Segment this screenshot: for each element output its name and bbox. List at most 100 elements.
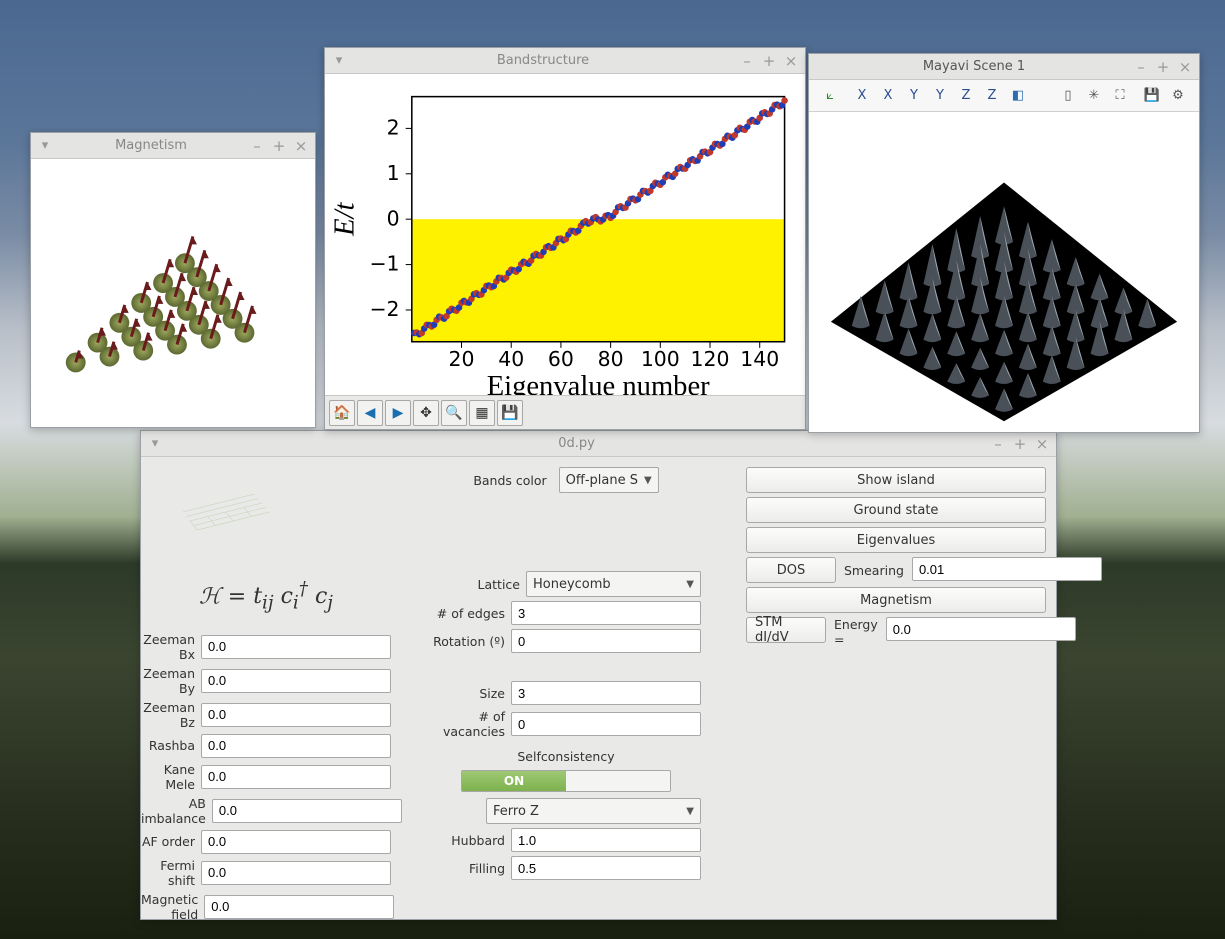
af-order-field[interactable] (201, 830, 391, 854)
bandstructure-window: ▾ Bandstructure – + × −2−101220406080100… (324, 47, 806, 430)
mayavi-window: Mayavi Scene 1 – + × ⟀ X X Y Y Z Z ◧ ▯ ✳… (808, 53, 1200, 433)
back-icon[interactable]: ◀ (357, 400, 383, 426)
magnetism-window: ▾ Magnetism – + × (30, 132, 316, 428)
rashba-field[interactable] (201, 734, 391, 758)
smearing-label: Smearing (840, 557, 908, 583)
main-window: ▾ 0d.py – + × ℋ = tij ci† cj Zeeman Bx Z… (140, 430, 1057, 920)
svg-text:140: 140 (740, 347, 779, 371)
close-icon[interactable]: × (1177, 58, 1193, 76)
fullscreen-icon[interactable]: ⛶ (1109, 85, 1131, 107)
close-icon[interactable]: × (293, 137, 309, 155)
minimize-icon[interactable]: – (739, 52, 755, 70)
svg-text:0: 0 (387, 206, 400, 230)
ab-imbalance-field[interactable] (212, 799, 402, 823)
forward-icon[interactable]: ▶ (385, 400, 411, 426)
minimize-icon[interactable]: – (249, 137, 265, 155)
zeeman-bz-field[interactable] (201, 703, 391, 727)
plus-x-view-icon[interactable]: X (851, 85, 873, 107)
size-field[interactable] (511, 681, 701, 705)
plus-z-view-icon[interactable]: Z (955, 85, 977, 107)
stm-didv-button[interactable]: STM dI/dV (746, 617, 826, 643)
close-icon[interactable]: × (1034, 435, 1050, 453)
magnetism-canvas[interactable] (31, 159, 315, 427)
zeeman-by-field[interactable] (201, 669, 391, 693)
home-icon[interactable]: 🏠 (329, 400, 355, 426)
maximize-icon[interactable]: + (1012, 435, 1028, 453)
svg-text:−1: −1 (369, 252, 399, 276)
isometric-view-icon[interactable]: ◧ (1007, 85, 1029, 107)
svg-text:100: 100 (641, 347, 680, 371)
minimize-icon[interactable]: – (990, 435, 1006, 453)
scf-toggle-off (566, 771, 670, 791)
energy-label: Energy = (830, 617, 882, 647)
show-island-button[interactable]: Show island (746, 467, 1046, 493)
left-column: ℋ = tij ci† cj Zeeman Bx Zeeman By Zeema… (141, 467, 391, 926)
bands-color-label: Bands color (473, 473, 552, 488)
row-magnetic-field: Magnetic field (141, 892, 391, 922)
svg-text:E/t: E/t (330, 201, 361, 236)
row-zeeman-bx: Zeeman Bx (141, 632, 391, 662)
energy-field[interactable] (886, 617, 1076, 641)
axes-triad-icon[interactable]: ⟀ (819, 85, 841, 107)
mayavi-toolbar: ⟀ X X Y Y Z Z ◧ ▯ ✳ ⛶ 💾 ⚙ (809, 80, 1199, 112)
smearing-field[interactable] (912, 557, 1102, 581)
main-title: 0d.py (163, 436, 990, 451)
bands-color-select[interactable]: Off-plane S▼ (559, 467, 659, 493)
filling-field[interactable] (511, 856, 701, 880)
eigenvalues-button[interactable]: Eigenvalues (746, 527, 1046, 553)
svg-text:40: 40 (498, 347, 524, 371)
zoom-icon[interactable]: 🔍 (441, 400, 467, 426)
plus-y-view-icon[interactable]: Y (903, 85, 925, 107)
save-scene-icon[interactable]: 💾 (1141, 85, 1163, 107)
row-ab-imbalance: AB imbalance (141, 796, 391, 826)
scf-toggle-on: ON (462, 771, 566, 791)
collapse-icon[interactable]: ▾ (147, 436, 163, 451)
svg-text:120: 120 (691, 347, 730, 371)
mayavi-title: Mayavi Scene 1 (815, 59, 1133, 74)
hamiltonian-equation: ℋ = tij ci† cj (141, 579, 391, 614)
magnetic-field-field[interactable] (204, 895, 394, 919)
ground-state-button[interactable]: Ground state (746, 497, 1046, 523)
kane-mele-field[interactable] (201, 765, 391, 789)
scf-mode-select[interactable]: Ferro Z▼ (486, 798, 701, 824)
pan-icon[interactable]: ✥ (413, 400, 439, 426)
save-icon[interactable]: 💾 (497, 400, 523, 426)
parallel-projection-icon[interactable]: ▯ (1057, 85, 1079, 107)
axes-indicator-icon[interactable]: ✳ (1083, 85, 1105, 107)
edges-field[interactable] (511, 601, 701, 625)
mayavi-canvas[interactable] (809, 112, 1199, 432)
magnetism-title: Magnetism (53, 138, 249, 153)
subplots-icon[interactable]: ▦ (469, 400, 495, 426)
vacancies-field[interactable] (511, 712, 701, 736)
lattice-select[interactable]: Honeycomb▼ (526, 571, 701, 597)
maximize-icon[interactable]: + (761, 52, 777, 70)
dos-button[interactable]: DOS (746, 557, 836, 583)
fermi-shift-field[interactable] (201, 861, 391, 885)
maximize-icon[interactable]: + (1155, 58, 1171, 76)
maximize-icon[interactable]: + (271, 137, 287, 155)
svg-text:1: 1 (387, 161, 400, 185)
rotation-field[interactable] (511, 629, 701, 653)
close-icon[interactable]: × (783, 52, 799, 70)
chevron-down-icon: ▼ (686, 579, 694, 590)
magnetism-button[interactable]: Magnetism (746, 587, 1046, 613)
scf-toggle[interactable]: ON (461, 770, 671, 792)
svg-text:Eigenvalue number: Eigenvalue number (487, 371, 710, 395)
zeeman-bx-field[interactable] (201, 635, 391, 659)
bandstructure-title: Bandstructure (347, 53, 739, 68)
minus-x-view-icon[interactable]: X (877, 85, 899, 107)
minus-y-view-icon[interactable]: Y (929, 85, 951, 107)
selfconsistency-label: Selfconsistency (431, 749, 701, 764)
hubbard-field[interactable] (511, 828, 701, 852)
band-toolbar: 🏠 ◀ ▶ ✥ 🔍 ▦ 💾 (325, 395, 805, 429)
band-plot[interactable]: −2−101220406080100120140Eigenvalue numbe… (325, 74, 805, 395)
collapse-icon[interactable]: ▾ (331, 53, 347, 68)
collapse-icon[interactable]: ▾ (37, 138, 53, 153)
row-fermi-shift: Fermi shift (141, 858, 391, 888)
minus-z-view-icon[interactable]: Z (981, 85, 1003, 107)
configure-scene-icon[interactable]: ⚙ (1167, 85, 1189, 107)
main-titlebar: ▾ 0d.py – + × (141, 431, 1056, 457)
magnetism-titlebar: ▾ Magnetism – + × (31, 133, 315, 159)
minimize-icon[interactable]: – (1133, 58, 1149, 76)
chevron-down-icon: ▼ (686, 806, 694, 817)
